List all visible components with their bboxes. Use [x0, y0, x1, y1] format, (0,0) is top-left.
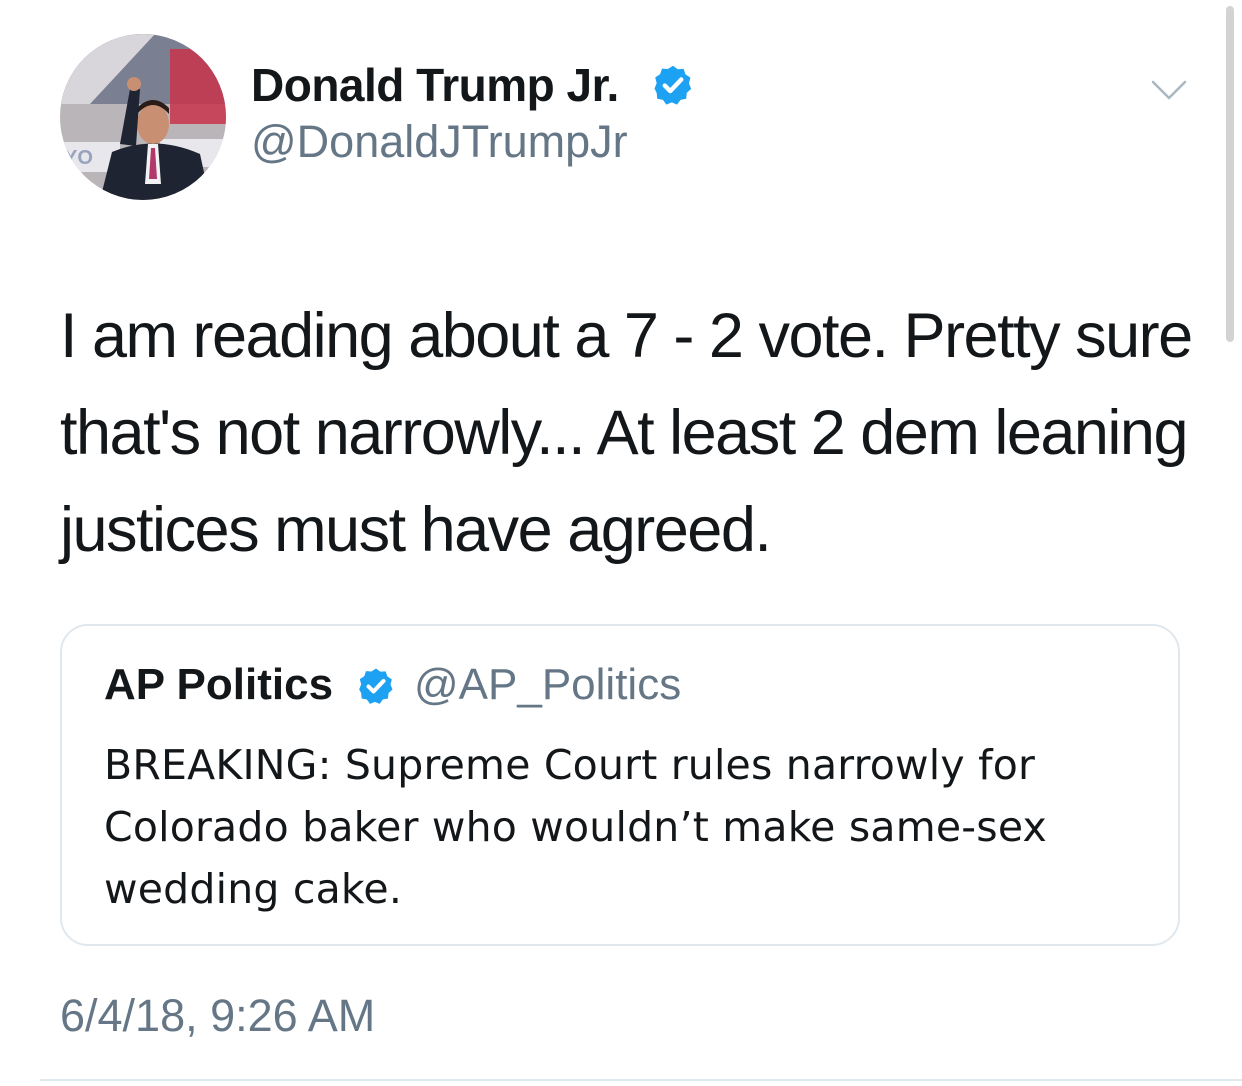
quoted-author-name: AP Politics	[104, 660, 334, 709]
divider	[40, 1079, 1242, 1081]
scrollbar[interactable]	[1226, 6, 1234, 342]
author-avatar[interactable]: YO	[60, 34, 226, 200]
tweet-timestamp[interactable]: 6/4/18, 9:26 AM	[60, 990, 375, 1042]
verified-badge-icon	[359, 668, 393, 704]
tweet-text: I am reading about a 7 - 2 vote. Pretty …	[60, 301, 1193, 565]
avatar-photo: YO	[60, 34, 226, 200]
quoted-author-handle: @AP_Politics	[414, 660, 682, 709]
quoted-tweet-card[interactable]: AP Politics @AP_Politics BREAKING: Supre…	[60, 624, 1180, 946]
quoted-tweet-text: BREAKING: Supreme Court rules narrowly f…	[104, 741, 1048, 913]
chevron-down-icon[interactable]	[1151, 78, 1187, 102]
author-display-name[interactable]: Donald Trump Jr.	[251, 58, 619, 112]
svg-text:YO: YO	[64, 147, 93, 169]
author-handle[interactable]: @DonaldJTrumpJr	[251, 116, 628, 168]
verified-badge-icon	[654, 65, 692, 105]
